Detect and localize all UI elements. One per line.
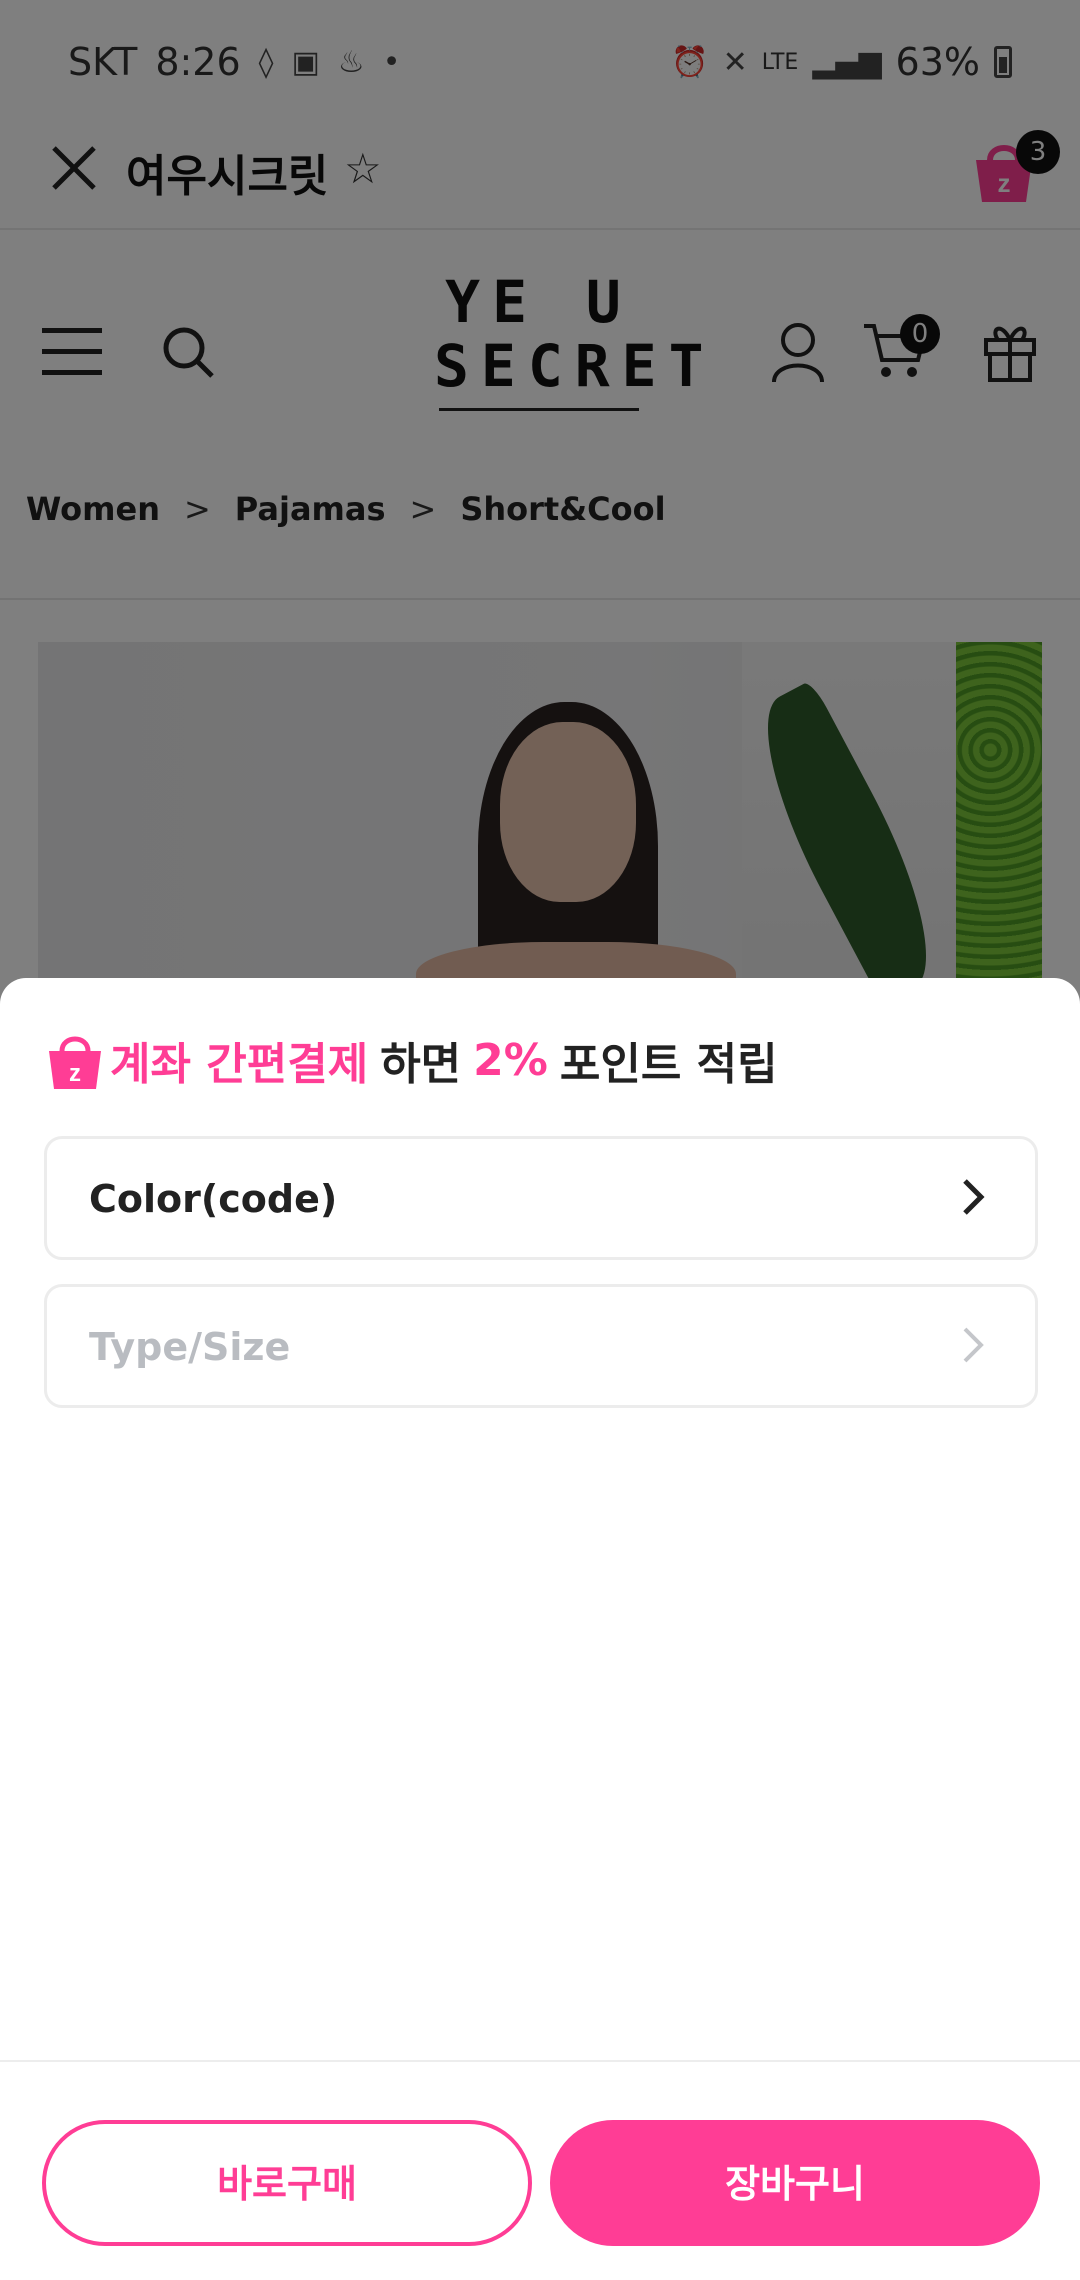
svg-text:z: z xyxy=(69,1060,81,1087)
promo-text-2: 포인트 적립 xyxy=(559,1039,778,1090)
option-bottom-sheet: z 계좌 간편결제 하면 2% 포인트 적립 Color(code) Type/… xyxy=(0,978,1080,2280)
color-option-label: Color(code) xyxy=(89,1177,338,1221)
buy-now-button[interactable]: 바로구매 xyxy=(42,2120,532,2246)
promo-highlight: 계좌 간편결제 xyxy=(110,1039,369,1090)
sheet-action-bar: 바로구매 장바구니 xyxy=(0,2060,1080,2280)
type-size-option-label: Type/Size xyxy=(89,1325,291,1369)
type-size-option-select[interactable]: Type/Size xyxy=(44,1284,1038,1408)
color-option-select[interactable]: Color(code) xyxy=(44,1136,1038,1260)
add-to-cart-button[interactable]: 장바구니 xyxy=(550,2120,1040,2246)
zigzag-bag-icon: z xyxy=(49,1036,101,1089)
chevron-right-icon xyxy=(963,1327,984,1363)
promo-percent: 2% xyxy=(473,1034,548,1086)
promo-text-1: 하면 xyxy=(380,1039,462,1090)
chevron-right-icon xyxy=(963,1179,985,1215)
payment-promo-banner: z 계좌 간편결제 하면 2% 포인트 적립 xyxy=(46,1028,778,1092)
